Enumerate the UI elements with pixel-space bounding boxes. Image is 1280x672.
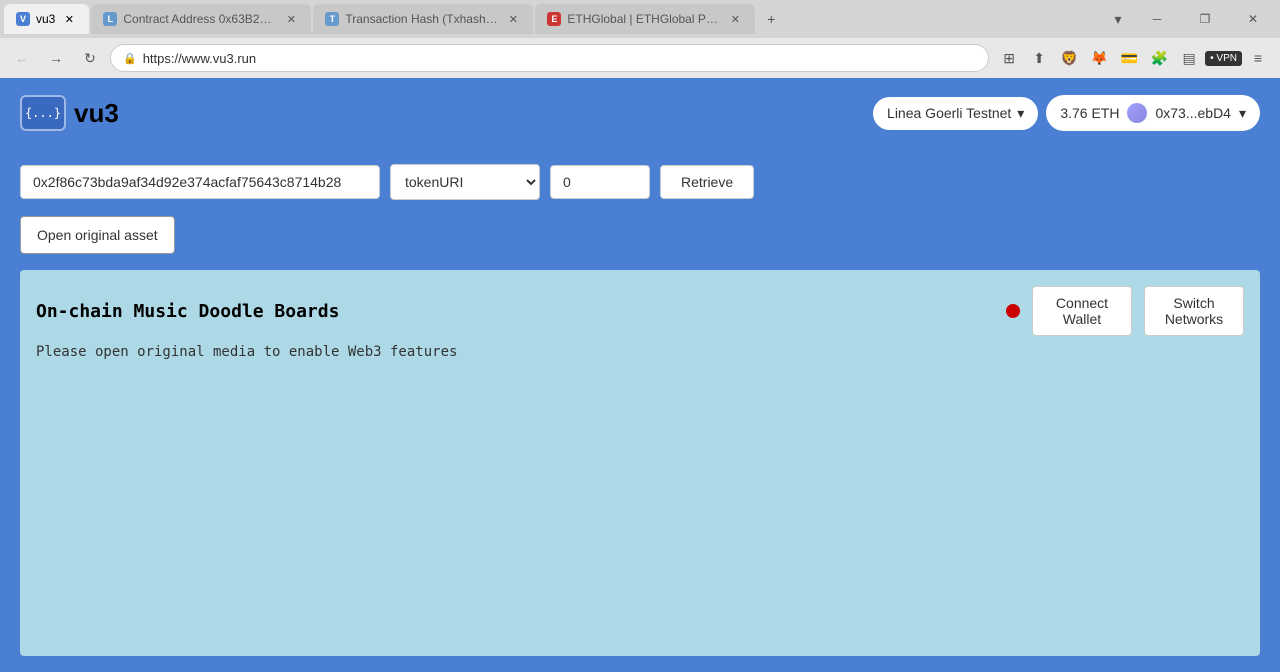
reload-button[interactable]: ↻	[76, 44, 104, 72]
status-dot	[1006, 304, 1020, 318]
menu-button[interactable]: ≡	[1244, 44, 1272, 72]
vpn-badge[interactable]: • VPN	[1205, 51, 1242, 66]
app-content: {...} vu3 Linea Goerli Testnet ▾ 3.76 ET…	[0, 78, 1280, 672]
window-controls: ▾ ─ ❐ ✕	[1104, 0, 1276, 38]
tab-contract[interactable]: L Contract Address 0x63B2ED1A53776a... ✕	[91, 4, 311, 34]
new-tab-button[interactable]: +	[757, 5, 785, 33]
address-bar-input[interactable]: 🔒 https://www.vu3.run	[110, 44, 989, 72]
panel-title: On-chain Music Doodle Boards	[36, 301, 994, 322]
share-button[interactable]: ⬆	[1025, 44, 1053, 72]
connect-wallet-button[interactable]: ConnectWallet	[1032, 286, 1132, 336]
logo-icon: {...}	[20, 95, 66, 131]
tab-favicon-txhash: T	[325, 12, 339, 26]
switch-networks-button[interactable]: SwitchNetworks	[1144, 286, 1244, 336]
contract-address-input[interactable]	[20, 165, 380, 199]
network-label: Linea Goerli Testnet	[887, 105, 1011, 121]
lock-icon: 🔒	[123, 52, 137, 65]
network-selector[interactable]: Linea Goerli Testnet ▾	[873, 97, 1038, 130]
tab-close-ethglobal[interactable]: ✕	[727, 11, 743, 27]
method-select[interactable]: tokenURI ownerOf balanceOf tokenOfOwnerB…	[390, 164, 540, 200]
panel-header-row: On-chain Music Doodle Boards ConnectWall…	[36, 286, 1244, 336]
wallet-chevron: ▾	[1239, 105, 1246, 122]
tab-ethglobal[interactable]: E ETHGlobal | ETHGlobal Paris Details ✕	[535, 4, 755, 34]
metamask-icon[interactable]: 🦊	[1085, 44, 1113, 72]
retrieve-button[interactable]: Retrieve	[660, 165, 754, 199]
token-id-input[interactable]	[550, 165, 650, 199]
close-button[interactable]: ✕	[1230, 0, 1276, 38]
contract-row: tokenURI ownerOf balanceOf tokenOfOwnerB…	[20, 164, 1260, 200]
tab-vu3[interactable]: V vu3 ✕	[4, 4, 89, 34]
eth-amount: 3.76 ETH	[1060, 105, 1119, 121]
network-chevron: ▾	[1017, 105, 1024, 122]
tab-list-button[interactable]: ▾	[1104, 5, 1132, 33]
brave-icon[interactable]: 🦁	[1055, 44, 1083, 72]
panel-subtitle: Please open original media to enable Web…	[36, 344, 1244, 360]
tab-title-ethglobal: ETHGlobal | ETHGlobal Paris Details	[567, 12, 721, 26]
back-button[interactable]: ←	[8, 44, 36, 72]
restore-button[interactable]: ❐	[1182, 0, 1228, 38]
app-header: {...} vu3 Linea Goerli Testnet ▾ 3.76 ET…	[0, 78, 1280, 148]
tab-title-contract: Contract Address 0x63B2ED1A53776a...	[123, 12, 277, 26]
wallet-avatar-icon	[1127, 103, 1147, 123]
minimize-button[interactable]: ─	[1134, 0, 1180, 38]
extensions-button[interactable]: 🧩	[1145, 44, 1173, 72]
wallet-info[interactable]: 3.76 ETH 0x73...ebD4 ▾	[1046, 95, 1260, 131]
wallet-address: 0x73...ebD4	[1155, 105, 1231, 121]
tab-txhash[interactable]: T Transaction Hash (Txhash) Details | Li…	[313, 4, 533, 34]
browser-tools: ⊞ ⬆ 🦁 🦊 💳 🧩 ▤ • VPN ≡	[995, 44, 1272, 72]
url-text: https://www.vu3.run	[143, 51, 976, 66]
tab-favicon-contract: L	[103, 12, 117, 26]
tab-close-txhash[interactable]: ✕	[505, 11, 521, 27]
browser-chrome: V vu3 ✕ L Contract Address 0x63B2ED1A537…	[0, 0, 1280, 78]
app-name: vu3	[74, 98, 119, 129]
address-bar: ← → ↻ 🔒 https://www.vu3.run ⊞ ⬆ 🦁 🦊 💳 🧩 …	[0, 38, 1280, 78]
tab-favicon-vu3: V	[16, 12, 30, 26]
tab-bar: V vu3 ✕ L Contract Address 0x63B2ED1A537…	[0, 0, 1280, 38]
tab-title-txhash: Transaction Hash (Txhash) Details | Lin.…	[345, 12, 499, 26]
logo-wrapper: {...} vu3	[20, 95, 119, 131]
forward-button[interactable]: →	[42, 44, 70, 72]
header-right: Linea Goerli Testnet ▾ 3.76 ETH 0x73...e…	[873, 95, 1260, 131]
main-area: tokenURI ownerOf balanceOf tokenOfOwnerB…	[0, 148, 1280, 672]
sidebar-button[interactable]: ▤	[1175, 44, 1203, 72]
content-panel: On-chain Music Doodle Boards ConnectWall…	[20, 270, 1260, 656]
tab-close-vu3[interactable]: ✕	[61, 11, 77, 27]
wallet-icon-btn[interactable]: 💳	[1115, 44, 1143, 72]
tab-title-vu3: vu3	[36, 12, 55, 26]
open-original-asset-button[interactable]: Open original asset	[20, 216, 175, 254]
tab-close-contract[interactable]: ✕	[283, 11, 299, 27]
tab-favicon-ethglobal: E	[547, 12, 561, 26]
screenshot-tool[interactable]: ⊞	[995, 44, 1023, 72]
